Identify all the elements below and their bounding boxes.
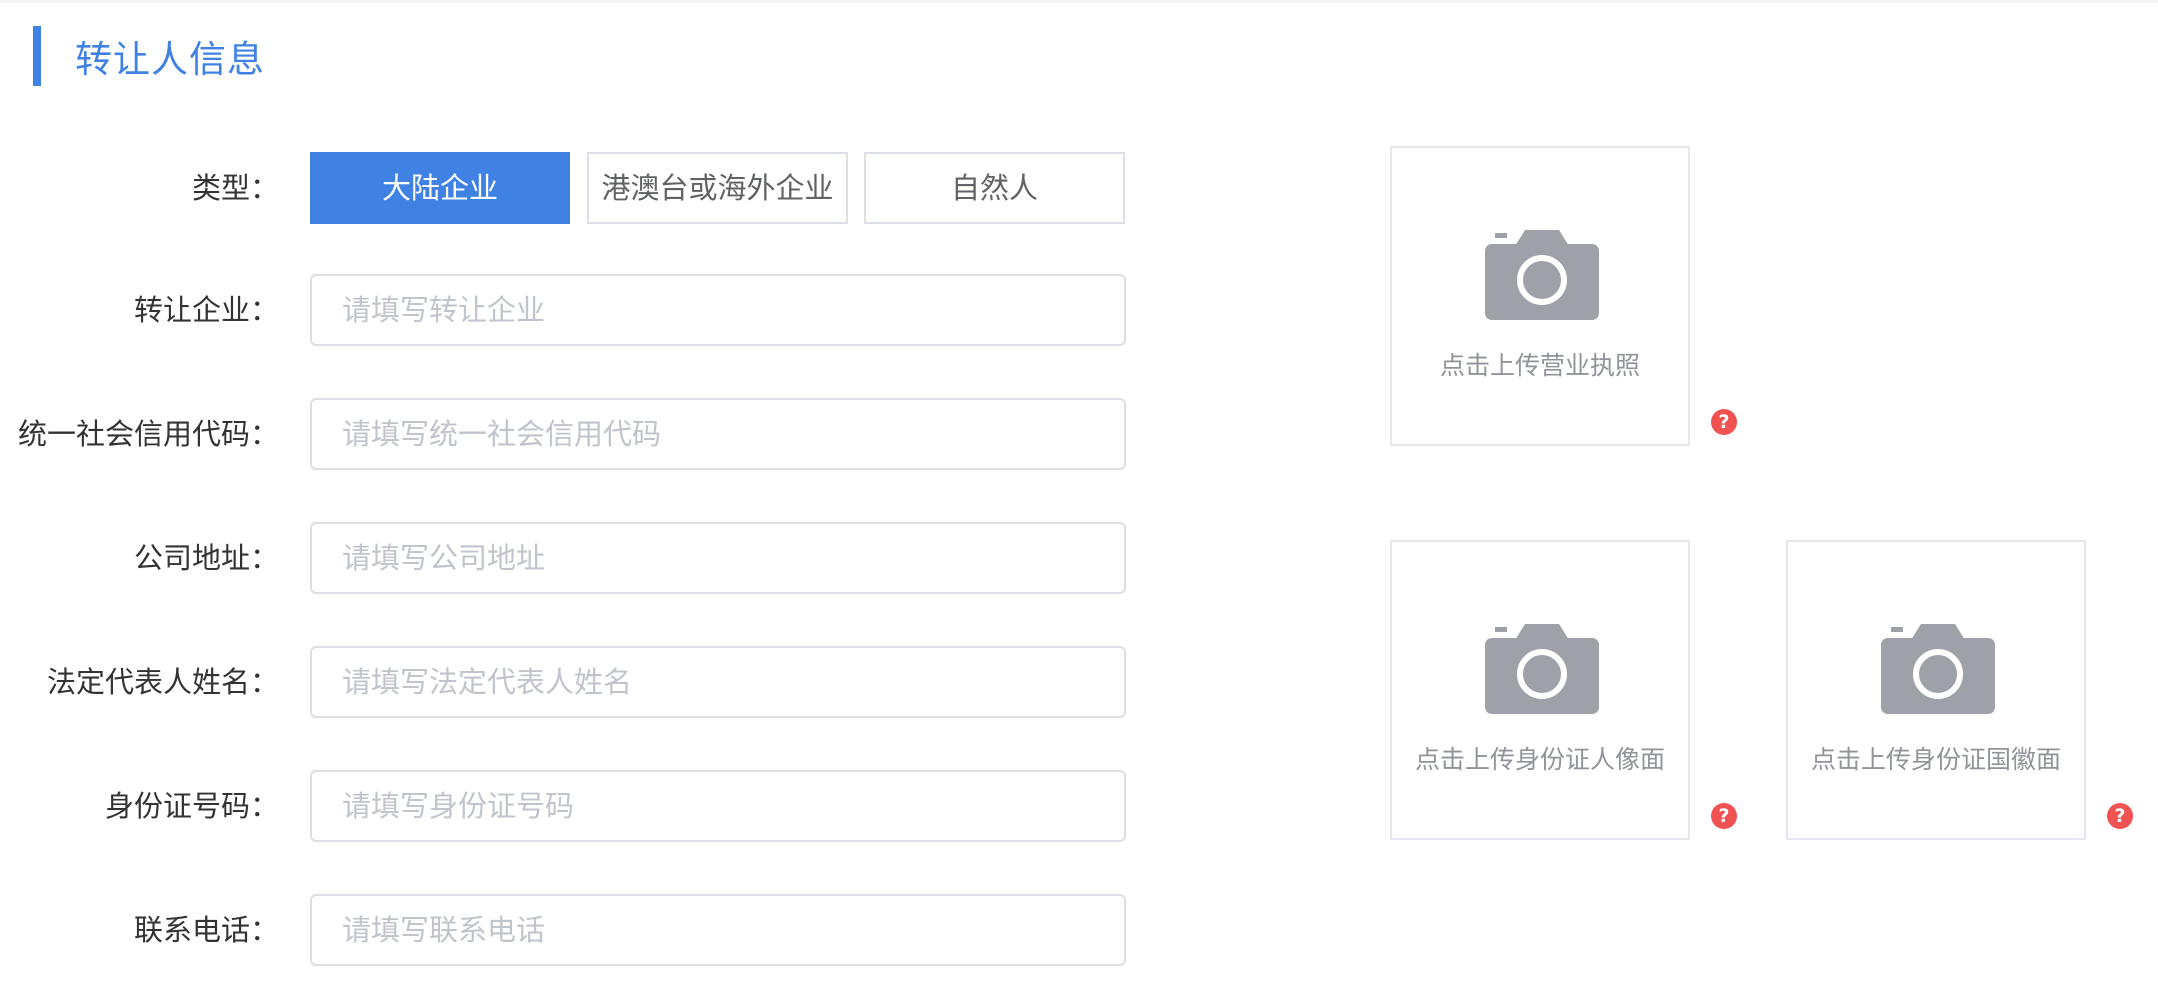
type-label: 类型： — [191, 171, 279, 205]
upload-id-emblem-side[interactable]: 点击上传身份证国徽面 — [1786, 540, 2086, 840]
top-divider — [0, 0, 2158, 3]
id-number-input[interactable] — [310, 770, 1126, 842]
question-icon[interactable]: ? — [1711, 409, 1737, 435]
section-header: 转让人信息 — [33, 26, 265, 86]
camera-icon — [1485, 230, 1599, 320]
upload-business-license-label: 点击上传营业执照 — [1439, 351, 1640, 380]
type-option-overseas-enterprise[interactable]: 港澳台或海外企业 — [587, 152, 848, 224]
legal-representative-input[interactable] — [310, 646, 1126, 718]
type-option-natural-person[interactable]: 自然人 — [864, 152, 1125, 224]
id-number-label: 身份证号码： — [104, 789, 279, 823]
transferor-enterprise-input[interactable] — [310, 274, 1126, 346]
company-address-input[interactable] — [310, 522, 1126, 594]
company-address-label: 公司地址： — [133, 541, 279, 575]
question-icon[interactable]: ? — [1711, 803, 1737, 829]
phone-label: 联系电话： — [133, 913, 279, 947]
legal-representative-label: 法定代表人姓名： — [46, 665, 279, 699]
camera-icon — [1485, 624, 1599, 714]
upload-id-emblem-label: 点击上传身份证国徽面 — [1810, 745, 2061, 774]
transferor-enterprise-label: 转让企业： — [133, 293, 279, 327]
type-option-mainland-enterprise[interactable]: 大陆企业 — [310, 152, 570, 224]
section-accent-bar — [33, 26, 41, 86]
credit-code-label: 统一社会信用代码： — [17, 417, 279, 451]
upload-id-portrait-side[interactable]: 点击上传身份证人像面 — [1390, 540, 1690, 840]
credit-code-input[interactable] — [310, 398, 1126, 470]
section-title: 转让人信息 — [75, 38, 265, 81]
upload-business-license[interactable]: 点击上传营业执照 — [1390, 146, 1690, 446]
question-icon[interactable]: ? — [2107, 803, 2133, 829]
upload-id-portrait-label: 点击上传身份证人像面 — [1414, 745, 1665, 774]
phone-input[interactable] — [310, 894, 1126, 966]
camera-icon — [1881, 624, 1995, 714]
